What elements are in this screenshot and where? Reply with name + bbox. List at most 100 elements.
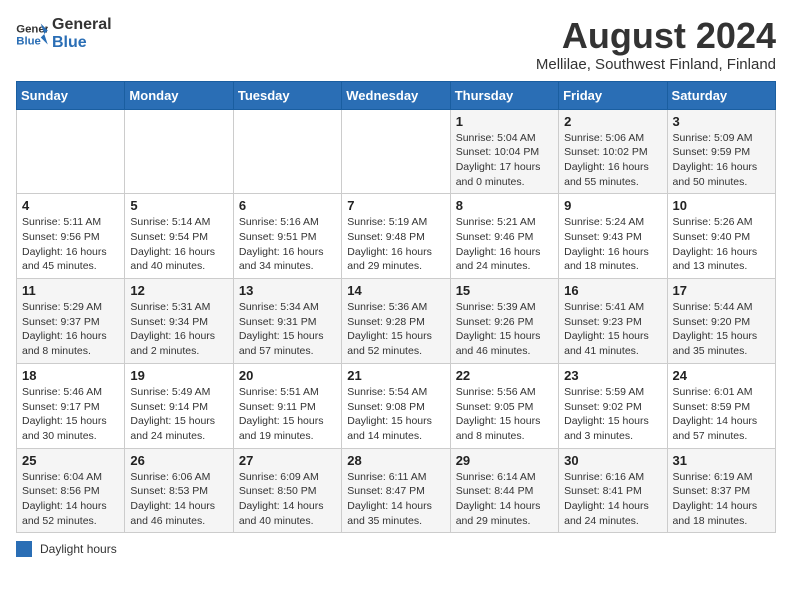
logo: General Blue General Blue (16, 16, 112, 51)
day-number: 22 (456, 368, 553, 383)
day-number: 26 (130, 453, 227, 468)
day-number: 31 (673, 453, 770, 468)
calendar-cell: 28Sunrise: 6:11 AMSunset: 8:47 PMDayligh… (342, 448, 450, 533)
title-block: August 2024 Mellilae, Southwest Finland,… (536, 16, 776, 73)
cell-info: Sunrise: 5:24 AMSunset: 9:43 PMDaylight:… (564, 215, 661, 274)
calendar-cell: 19 Sunrise: 5:49 AMSunset: 9:14 PMDayligh… (125, 363, 233, 448)
day-number: 14 (347, 283, 444, 298)
cell-info: Sunrise: 5:14 AMSunset: 9:54 PMDaylight:… (130, 215, 227, 274)
day-number: 24 (673, 368, 770, 383)
cell-info: Sunrise: 5:56 AMSunset: 9:05 PMDaylight:… (456, 385, 553, 444)
cell-info: Sunrise: 5:36 AMSunset: 9:28 PMDaylight:… (347, 300, 444, 359)
calendar-cell: 30 Sunrise: 6:16 AMSunset: 8:41 PMDayligh… (559, 448, 667, 533)
calendar-week-5: 25 Sunrise: 6:04 AMSunset: 8:56 PMDayligh… (17, 448, 776, 533)
calendar-cell: 4 Sunrise: 5:11 AMSunset: 9:56 PMDaylight… (17, 194, 125, 279)
cell-info: Sunrise: 5:54 AMSunset: 9:08 PMDaylight:… (347, 385, 444, 444)
day-number: 30 (564, 453, 661, 468)
svg-text:Blue: Blue (16, 35, 41, 47)
cell-info: Sunrise: 5:09 AMSunset: 9:59 PMDaylight:… (673, 131, 770, 190)
day-number: 20 (239, 368, 336, 383)
calendar-header-saturday: Saturday (667, 81, 775, 109)
calendar-cell (125, 109, 233, 194)
day-number: 23 (564, 368, 661, 383)
day-number: 11 (22, 283, 119, 298)
legend-label: Daylight hours (40, 542, 117, 556)
main-title: August 2024 (536, 16, 776, 56)
day-number: 16 (564, 283, 661, 298)
cell-info: Sunrise: 6:19 AMSunset: 8:37 PMDaylight:… (673, 470, 770, 529)
calendar-header-wednesday: Wednesday (342, 81, 450, 109)
calendar-week-1: 1 Sunrise: 5:04 AMSunset: 10:04 PMDayligh… (17, 109, 776, 194)
day-number: 29 (456, 453, 553, 468)
calendar-cell (17, 109, 125, 194)
calendar-cell: 7Sunrise: 5:19 AMSunset: 9:48 PMDaylight… (342, 194, 450, 279)
calendar-cell: 27 Sunrise: 6:09 AMSunset: 8:50 PMDayligh… (233, 448, 341, 533)
calendar-cell: 16 Sunrise: 5:41 AMSunset: 9:23 PMDayligh… (559, 279, 667, 364)
day-number: 17 (673, 283, 770, 298)
calendar-cell: 18Sunrise: 5:46 AMSunset: 9:17 PMDayligh… (17, 363, 125, 448)
cell-info: Sunrise: 6:01 AMSunset: 8:59 PMDaylight:… (673, 385, 770, 444)
cell-info: Sunrise: 5:41 AMSunset: 9:23 PMDaylight:… (564, 300, 661, 359)
calendar-cell: 24 Sunrise: 6:01 AMSunset: 8:59 PMDayligh… (667, 363, 775, 448)
calendar-cell (233, 109, 341, 194)
cell-info: Sunrise: 5:21 AMSunset: 9:46 PMDaylight:… (456, 215, 553, 274)
calendar-cell: 3 Sunrise: 5:09 AMSunset: 9:59 PMDaylight… (667, 109, 775, 194)
cell-info: Sunrise: 5:11 AMSunset: 9:56 PMDaylight:… (22, 215, 119, 274)
cell-info: Sunrise: 6:14 AMSunset: 8:44 PMDaylight:… (456, 470, 553, 529)
cell-info: Sunrise: 5:29 AMSunset: 9:37 PMDaylight:… (22, 300, 119, 359)
logo-general: General (52, 16, 112, 34)
day-number: 15 (456, 283, 553, 298)
cell-info: Sunrise: 5:49 AMSunset: 9:14 PMDaylight:… (130, 385, 227, 444)
calendar-cell: 13 Sunrise: 5:34 AMSunset: 9:31 PMDayligh… (233, 279, 341, 364)
cell-info: Sunrise: 5:19 AMSunset: 9:48 PMDaylight:… (347, 215, 444, 274)
cell-info: Sunrise: 5:51 AMSunset: 9:11 PMDaylight:… (239, 385, 336, 444)
day-number: 25 (22, 453, 119, 468)
calendar-cell: 31 Sunrise: 6:19 AMSunset: 8:37 PMDayligh… (667, 448, 775, 533)
calendar-cell: 6 Sunrise: 5:16 AMSunset: 9:51 PMDaylight… (233, 194, 341, 279)
calendar-cell: 12Sunrise: 5:31 AMSunset: 9:34 PMDayligh… (125, 279, 233, 364)
calendar-cell: 22 Sunrise: 5:56 AMSunset: 9:05 PMDayligh… (450, 363, 558, 448)
calendar-cell: 23Sunrise: 5:59 AMSunset: 9:02 PMDayligh… (559, 363, 667, 448)
cell-info: Sunrise: 5:34 AMSunset: 9:31 PMDaylight:… (239, 300, 336, 359)
logo-blue: Blue (52, 34, 112, 52)
day-number: 8 (456, 198, 553, 213)
day-number: 19 (130, 368, 227, 383)
calendar-week-2: 4 Sunrise: 5:11 AMSunset: 9:56 PMDaylight… (17, 194, 776, 279)
day-number: 1 (456, 114, 553, 129)
calendar-header-monday: Monday (125, 81, 233, 109)
day-number: 3 (673, 114, 770, 129)
subtitle: Mellilae, Southwest Finland, Finland (536, 56, 776, 73)
cell-info: Sunrise: 6:06 AMSunset: 8:53 PMDaylight:… (130, 470, 227, 529)
logo-icon: General Blue (16, 20, 48, 48)
cell-info: Sunrise: 6:16 AMSunset: 8:41 PMDaylight:… (564, 470, 661, 529)
calendar-week-3: 11 Sunrise: 5:29 AMSunset: 9:37 PMDayligh… (17, 279, 776, 364)
calendar-header-sunday: Sunday (17, 81, 125, 109)
cell-info: Sunrise: 6:04 AMSunset: 8:56 PMDaylight:… (22, 470, 119, 529)
calendar-cell: 11 Sunrise: 5:29 AMSunset: 9:37 PMDayligh… (17, 279, 125, 364)
day-number: 6 (239, 198, 336, 213)
calendar-cell: 26 Sunrise: 6:06 AMSunset: 8:53 PMDayligh… (125, 448, 233, 533)
calendar-cell (342, 109, 450, 194)
calendar-cell: 5Sunrise: 5:14 AMSunset: 9:54 PMDaylight… (125, 194, 233, 279)
calendar-week-4: 18Sunrise: 5:46 AMSunset: 9:17 PMDayligh… (17, 363, 776, 448)
legend-box (16, 541, 32, 557)
calendar-cell: 14 Sunrise: 5:36 AMSunset: 9:28 PMDayligh… (342, 279, 450, 364)
calendar-header-row: SundayMondayTuesdayWednesdayThursdayFrid… (17, 81, 776, 109)
day-number: 28 (347, 453, 444, 468)
calendar: SundayMondayTuesdayWednesdayThursdayFrid… (16, 81, 776, 534)
day-number: 13 (239, 283, 336, 298)
calendar-cell: 15Sunrise: 5:39 AMSunset: 9:26 PMDayligh… (450, 279, 558, 364)
calendar-cell: 25 Sunrise: 6:04 AMSunset: 8:56 PMDayligh… (17, 448, 125, 533)
calendar-cell: 20 Sunrise: 5:51 AMSunset: 9:11 PMDayligh… (233, 363, 341, 448)
day-number: 27 (239, 453, 336, 468)
day-number: 4 (22, 198, 119, 213)
cell-info: Sunrise: 5:26 AMSunset: 9:40 PMDaylight:… (673, 215, 770, 274)
cell-info: Sunrise: 5:16 AMSunset: 9:51 PMDaylight:… (239, 215, 336, 274)
calendar-cell: 10Sunrise: 5:26 AMSunset: 9:40 PMDayligh… (667, 194, 775, 279)
cell-info: Sunrise: 5:44 AMSunset: 9:20 PMDaylight:… (673, 300, 770, 359)
day-number: 21 (347, 368, 444, 383)
cell-info: Sunrise: 5:04 AMSunset: 10:04 PMDaylight… (456, 131, 553, 190)
day-number: 9 (564, 198, 661, 213)
calendar-cell: 8 Sunrise: 5:21 AMSunset: 9:46 PMDaylight… (450, 194, 558, 279)
cell-info: Sunrise: 6:09 AMSunset: 8:50 PMDaylight:… (239, 470, 336, 529)
